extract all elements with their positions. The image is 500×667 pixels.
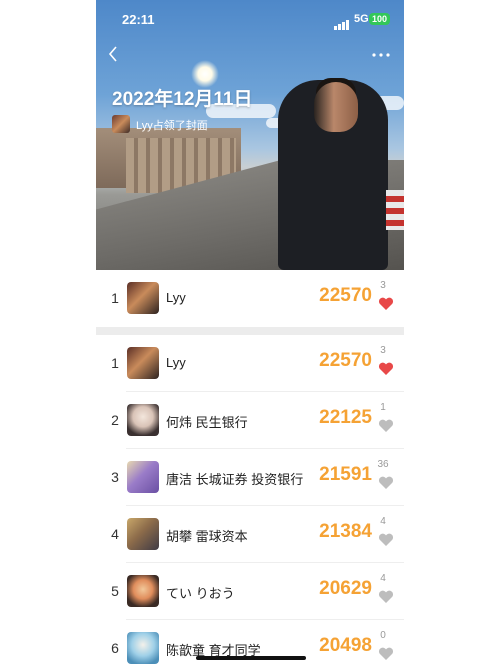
ranking-row[interactable]: 1 Lyy 22570 3: [96, 335, 404, 392]
step-count: 22570: [319, 285, 372, 306]
page-title: 2022年12月11日: [112, 89, 253, 110]
barrier-pole: [386, 190, 404, 230]
phone-screen: 22:11 5G 100 2022年12月11日 Lyy占领了封面 1 Lyy …: [96, 0, 404, 667]
like-count: 36: [377, 459, 389, 470]
network-label: 5G: [354, 13, 369, 25]
avatar[interactable]: [127, 518, 159, 550]
ranking-row[interactable]: 2 何炜 民生银行 22125 1: [96, 392, 404, 449]
avatar[interactable]: [127, 632, 159, 664]
like-count: 4: [380, 516, 386, 527]
back-button[interactable]: [108, 45, 118, 68]
user-name[interactable]: Lyy: [166, 355, 186, 370]
rank-number: 3: [111, 469, 119, 485]
user-name[interactable]: 唐洁 长城证券 投资银行: [166, 469, 303, 488]
battery-icon: 100: [369, 13, 391, 25]
step-count: 22570: [319, 350, 372, 371]
user-name[interactable]: Lyy: [166, 290, 186, 305]
rank-number: 1: [111, 290, 119, 306]
like-count: 1: [380, 402, 386, 413]
cover-owner-avatar: [112, 115, 130, 133]
ranking-row[interactable]: 3 唐洁 长城证券 投资银行 21591 36: [96, 449, 404, 506]
cover-image: [96, 0, 404, 270]
person-head: [314, 82, 358, 132]
avatar[interactable]: [127, 575, 159, 607]
avatar[interactable]: [127, 347, 159, 379]
ranking-row[interactable]: 5 てい りおう 20629 4: [96, 563, 404, 620]
cover-owner-note: Lyy占领了封面: [136, 120, 208, 132]
ranking-row[interactable]: 4 胡攀 雷球资本 21384 4: [96, 506, 404, 563]
step-count: 20498: [319, 635, 372, 656]
like-count: 4: [380, 573, 386, 584]
heart-icon[interactable]: [378, 590, 394, 604]
heart-icon[interactable]: [378, 476, 394, 490]
rank-number: 5: [111, 583, 119, 599]
status-time: 22:11: [122, 12, 155, 27]
status-bar: 22:11 5G 100: [96, 10, 404, 30]
more-button[interactable]: [372, 42, 390, 63]
rank-number: 6: [111, 640, 119, 656]
section-separator: [96, 327, 404, 335]
user-name[interactable]: 何炜 民生银行: [166, 412, 248, 431]
step-count: 20629: [319, 578, 372, 599]
avatar[interactable]: [127, 404, 159, 436]
rank-number: 1: [111, 355, 119, 371]
user-name[interactable]: てい りおう: [166, 583, 235, 602]
user-name[interactable]: 胡攀 雷球资本: [166, 526, 248, 545]
rank-number: 4: [111, 526, 119, 542]
avatar[interactable]: [127, 282, 159, 314]
my-rank-row[interactable]: 1 Lyy 22570 3: [96, 270, 404, 327]
signal-icon: [334, 15, 350, 30]
rank-number: 2: [111, 412, 119, 428]
heart-icon[interactable]: [378, 419, 394, 433]
like-count: 0: [380, 630, 386, 641]
heart-icon[interactable]: [378, 533, 394, 547]
home-indicator[interactable]: [196, 656, 306, 660]
avatar[interactable]: [127, 461, 159, 493]
step-count: 22125: [319, 407, 372, 428]
chevron-left-icon: [108, 46, 117, 62]
more-dots-icon: [372, 53, 390, 57]
heart-icon[interactable]: [378, 362, 394, 376]
like-count: 3: [380, 345, 386, 356]
heart-icon[interactable]: [378, 297, 394, 311]
step-count: 21591: [319, 464, 372, 485]
like-count: 3: [380, 280, 386, 291]
step-count: 21384: [319, 521, 372, 542]
heart-icon[interactable]: [378, 647, 394, 661]
